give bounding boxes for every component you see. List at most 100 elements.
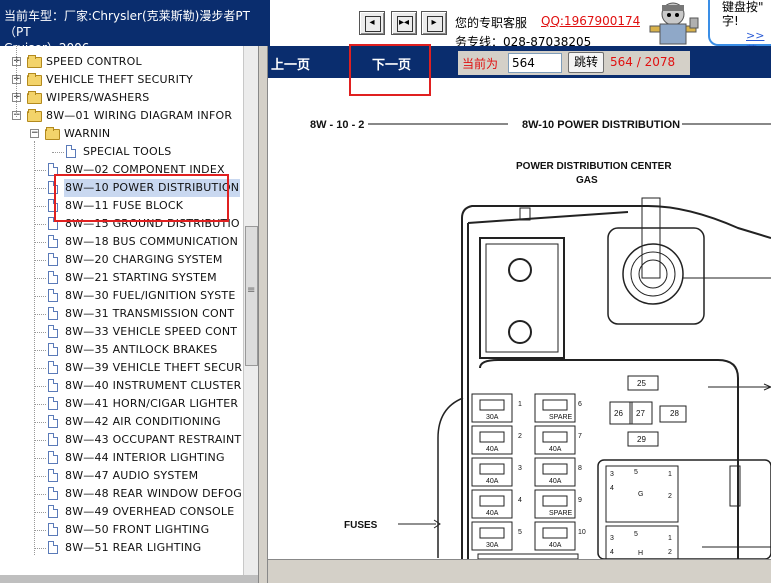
tree-item[interactable]: 8W—33 VEHICLE SPEED CONT	[0, 323, 243, 341]
expander-icon[interactable]: −	[30, 129, 39, 138]
fuse-amp: 40A	[549, 542, 562, 549]
tree-scrollbar[interactable]	[243, 46, 258, 583]
fuse-number: 4	[518, 497, 522, 504]
toolbar-button-next[interactable]: ▸	[421, 11, 447, 35]
current-page-label: 当前为	[462, 57, 499, 71]
folder-icon	[27, 55, 42, 68]
tree-item[interactable]: 8W—30 FUEL/IGNITION SYSTE	[0, 287, 243, 305]
fuse-amp: 40A	[486, 446, 499, 453]
tree-hscrollbar[interactable]	[0, 575, 258, 583]
fuse-amp: 30A	[486, 542, 499, 549]
tree-item[interactable]: 8W—51 REAR LIGHTING	[0, 539, 243, 557]
diagram-section-title: 8W-10 POWER DISTRIBUTION	[522, 119, 680, 131]
tree-item-label: 8W—18 BUS COMMUNICATION	[65, 235, 239, 248]
pin-label: 4	[610, 485, 614, 492]
tree-item[interactable]: 8W—49 OVERHEAD CONSOLE	[0, 503, 243, 521]
pdc-subtitle: GAS	[576, 175, 598, 186]
fuse-amp: 40A	[549, 446, 562, 453]
fuse-number: 10	[578, 529, 586, 536]
pin-label: 2	[668, 549, 672, 556]
pane-splitter[interactable]	[258, 46, 268, 583]
diagram-hscrollbar[interactable]	[268, 559, 771, 583]
fuse-amp: SPARE	[549, 510, 573, 517]
tree-item-label: VEHICLE THEFT SECURITY	[46, 73, 193, 86]
fuse-number: 9	[578, 497, 582, 504]
tree-item[interactable]: 8W—50 FRONT LIGHTING	[0, 521, 243, 539]
tree-item-label: 8W—35 ANTILOCK BRAKES	[65, 343, 218, 356]
tree-item-label: 8W—33 VEHICLE SPEED CONT	[65, 325, 238, 338]
tree-item[interactable]: 8W—42 AIR CONDITIONING	[0, 413, 243, 431]
document-icon	[48, 289, 58, 302]
pin-label: 5	[634, 469, 638, 476]
tree-item[interactable]: 8W—31 TRANSMISSION CONT	[0, 305, 243, 323]
tree-item-label: 8W—49 OVERHEAD CONSOLE	[65, 505, 235, 518]
fuses-label: FUSES	[344, 520, 378, 531]
tree-item-label: 8W—51 REAR LIGHTING	[65, 541, 202, 554]
tree-item-label: 8W—20 CHARGING SYSTEM	[65, 253, 223, 266]
toolbar-button-prev[interactable]: ◂	[359, 11, 385, 35]
document-icon	[48, 415, 58, 428]
document-icon	[48, 163, 58, 176]
tree-item[interactable]: 8W—41 HORN/CIGAR LIGHTER	[0, 395, 243, 413]
fuse-slot: 40A 10	[534, 521, 586, 551]
document-icon	[66, 145, 76, 158]
tree-scroll-thumb[interactable]	[245, 226, 258, 366]
relay-28: 28	[670, 409, 679, 418]
current-vehicle: 当前车型：厂家:Chrysler(克莱斯勒)漫步者PT（PT Cruiser）2…	[0, 0, 270, 55]
fuse-number: 3	[518, 465, 522, 472]
document-icon	[48, 397, 58, 410]
tree-item[interactable]: 8W—18 BUS COMMUNICATION	[0, 233, 243, 251]
tree-item[interactable]: 8W—44 INTERIOR LIGHTING	[0, 449, 243, 467]
tree-item[interactable]: − WARNIN	[0, 125, 243, 143]
tree-item[interactable]: 8W—21 STARTING SYSTEM	[0, 269, 243, 287]
fuse-slot: 40A 2	[471, 425, 522, 455]
tree-item[interactable]: 8W—15 GROUND DISTRIBUTIO	[0, 215, 243, 233]
tree-item-label: 8W—39 VEHICLE THEFT SECUR	[65, 361, 243, 374]
tree-item[interactable]: 8W—40 INSTRUMENT CLUSTER	[0, 377, 243, 395]
tree-item[interactable]: 8W—43 OCCUPANT RESTRAINT	[0, 431, 243, 449]
service-qq-link[interactable]: QQ:1967900174	[541, 14, 640, 28]
prev-page-link[interactable]: 上一页	[271, 54, 310, 73]
fuse-slot: 40A 3	[471, 457, 522, 487]
pin-label: 1	[668, 535, 672, 542]
document-icon	[48, 451, 58, 464]
fuse-slot: SPARE 9	[534, 489, 582, 519]
tree-item[interactable]: + SPEED CONTROL	[0, 53, 243, 71]
tree-item-label: 8W—31 TRANSMISSION CONT	[65, 307, 235, 320]
fuse-slot: 30A 1	[471, 393, 522, 423]
document-icon	[48, 253, 58, 266]
tree-item[interactable]: + VEHICLE THEFT SECURITY	[0, 71, 243, 89]
tree-item[interactable]: 8W—48 REAR WINDOW DEFOG	[0, 485, 243, 503]
tree-item[interactable]: −8W—01 WIRING DIAGRAM INFOR	[0, 107, 243, 125]
tree-item-label: 8W—02 COMPONENT INDEX	[65, 163, 225, 176]
go-button[interactable]: 跳转	[568, 52, 604, 73]
tree-item[interactable]: 8W—35 ANTILOCK BRAKES	[0, 341, 243, 359]
tip-text: 键盘按" 字!	[722, 0, 764, 28]
toolbar-button-fit[interactable]: ▸◂	[391, 11, 417, 35]
relay-blocks: 3 5 1 4 2 G 3 5 1 4 2 H	[610, 469, 672, 557]
fuse-number: 5	[518, 529, 522, 536]
tree-item-label: 8W—21 STARTING SYSTEM	[65, 271, 217, 284]
tree-item[interactable]: 8W—47 AUDIO SYSTEM	[0, 467, 243, 485]
tree-item[interactable]: 8W—02 COMPONENT INDEX	[0, 161, 243, 179]
app-window: 当前车型：厂家:Chrysler(克莱斯勒)漫步者PT（PT Cruiser）2…	[0, 0, 771, 583]
document-icon	[48, 523, 58, 536]
tree-item[interactable]: 8W—10 POWER DISTRIBUTION	[0, 179, 243, 197]
tree-item[interactable]: + WIPERS/WASHERS	[0, 89, 243, 107]
relay-26: 26	[614, 409, 623, 418]
tree-item[interactable]: 8W—39 VEHICLE THEFT SECUR	[0, 359, 243, 377]
document-icon	[48, 181, 58, 194]
document-icon	[48, 343, 58, 356]
tree-item[interactable]: 8W—20 CHARGING SYSTEM	[0, 251, 243, 269]
fuse-amp: 30A	[486, 414, 499, 421]
folder-icon	[27, 73, 42, 86]
fuse-number: 6	[578, 401, 582, 408]
tree-item[interactable]: 8W—11 FUSE BLOCK	[0, 197, 243, 215]
pin-label: 2	[668, 493, 672, 500]
tree-item-label: 8W—50 FRONT LIGHTING	[65, 523, 210, 536]
tree-item-label: WIPERS/WASHERS	[46, 91, 150, 104]
next-page-link[interactable]: 下一页	[372, 54, 411, 73]
tree-item-label: 8W—47 AUDIO SYSTEM	[65, 469, 199, 482]
page-number-input[interactable]	[508, 53, 562, 73]
tree-item[interactable]: SPECIAL TOOLS	[0, 143, 243, 161]
